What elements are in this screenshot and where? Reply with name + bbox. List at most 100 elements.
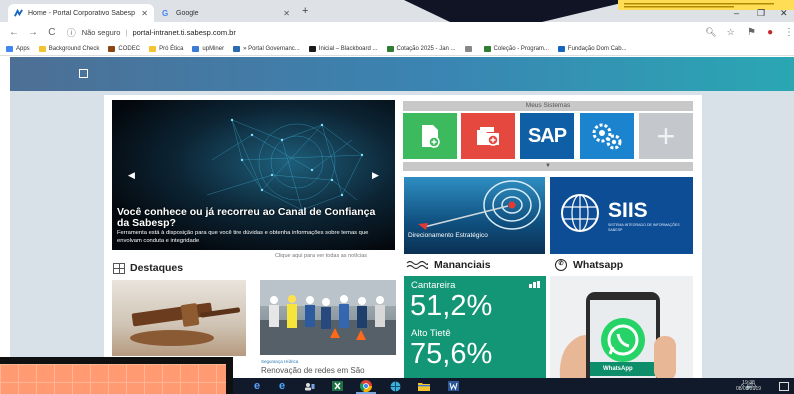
whatsapp-panel[interactable]: WhatsApp	[550, 276, 693, 378]
separator: |	[125, 27, 128, 37]
target-arrow-graphic	[418, 180, 541, 230]
taskbar-clock[interactable]: 19:38 08/03/2019	[736, 380, 761, 392]
bookmark-apps[interactable]: Apps	[6, 45, 30, 52]
siis-subtitle: SISTEMA INTEGRADO DE INFORMAÇÕES SABESP	[608, 223, 680, 232]
clock-date: 08/03/2019	[736, 386, 762, 392]
highlight-category[interactable]: Segurança Hídrica	[261, 359, 298, 364]
gear-icon	[233, 45, 241, 52]
water-waves-icon	[406, 260, 428, 270]
bookmark-cotacao[interactable]: Cotação 2025 - Jan ...	[386, 45, 456, 52]
close-tab-icon[interactable]: ✕	[141, 9, 148, 18]
excel-icon[interactable]	[331, 380, 343, 392]
menu-checkbox-icon[interactable]	[79, 69, 88, 78]
close-tab-icon[interactable]: ✕	[283, 9, 290, 18]
menu-icon[interactable]: ⋮	[784, 27, 794, 38]
page-icon	[464, 45, 472, 52]
tab-title: Google	[176, 9, 199, 17]
maximize-button[interactable]: ❐	[757, 8, 765, 19]
bookmark-background-check[interactable]: Background Check	[38, 45, 99, 52]
codec-icon	[108, 45, 116, 52]
reservoir-level-icon	[529, 281, 540, 288]
tab-strip: Home - Portal Corporativo Sabesp ✕ G Goo…	[0, 0, 794, 22]
gears-icon	[592, 123, 622, 150]
folder-add-icon	[477, 127, 499, 146]
bookmark-blackboard[interactable]: Inicial – Blackboard ...	[308, 45, 378, 52]
highlight-caption[interactable]: Renovação de redes em São	[261, 366, 365, 375]
windows-taskbar: e e ^ 🔊)	[233, 378, 794, 394]
overlay-shape	[404, 0, 634, 22]
file-explorer-icon[interactable]	[418, 380, 430, 392]
highlight-workers-image[interactable]	[260, 280, 396, 355]
extension-flag-icon[interactable]: ⚑	[747, 27, 757, 38]
bookmark-fundacao[interactable]: Fundação Dom Cab...	[557, 45, 627, 52]
portal-header	[10, 57, 794, 91]
news-slider[interactable]: ◀ ▶ Você conhece ou já recorreu ao Canal…	[112, 100, 395, 250]
see-all-news-link[interactable]: Clique aqui para ver todas as notícias	[275, 253, 367, 259]
tab-google[interactable]: G Google ✕	[156, 4, 296, 22]
bookmark-pro-etica[interactable]: Pró Ética	[149, 45, 183, 52]
bookmark-colecao[interactable]: Coleção - Program...	[483, 45, 549, 52]
tile-document-add[interactable]	[403, 113, 457, 159]
notification-strip	[618, 0, 794, 10]
bookmark-codec[interactable]: CODEC	[108, 45, 140, 52]
add-icon: +	[656, 118, 676, 154]
cantareira-value: 51,2%	[410, 290, 493, 322]
address-bar[interactable]: ⓘ Não seguro | portal-intranet.ti.sabesp…	[67, 24, 735, 40]
tile-sap[interactable]: SAP	[520, 113, 574, 159]
chrome-icon[interactable]	[356, 380, 376, 394]
notification-center-icon[interactable]	[779, 382, 789, 391]
destaques-heading: Destaques	[113, 262, 183, 274]
blackboard-icon	[308, 45, 316, 52]
bookmark-star-icon[interactable]: ☆	[727, 27, 735, 38]
thumb-graphic	[654, 336, 676, 378]
direcionamento-label: Direcionamento Estratégico	[408, 232, 488, 239]
minimize-button[interactable]: –	[734, 8, 739, 18]
whatsapp-icon: ✆	[555, 259, 567, 271]
apps-grid-icon	[6, 45, 13, 52]
tab-portal[interactable]: Home - Portal Corporativo Sabesp ✕	[8, 4, 154, 22]
whatsapp-title: Whatsapp	[573, 259, 624, 271]
slider-next-icon[interactable]: ▶	[372, 170, 379, 181]
network-icon[interactable]	[389, 380, 401, 392]
tile-add[interactable]: +	[639, 113, 693, 159]
expand-systems-toggle[interactable]: ▼	[403, 162, 693, 171]
profile-avatar-icon[interactable]: ●	[765, 27, 775, 38]
mananciais-title: Mananciais	[434, 259, 491, 271]
back-icon[interactable]: ←	[9, 27, 19, 38]
word-icon[interactable]	[447, 380, 459, 392]
sabesp-favicon-icon	[14, 8, 23, 17]
slider-subtitle: Ferramenta está à disposição para que vo…	[117, 230, 369, 244]
zoom-icon[interactable]: 🔍︎	[705, 27, 716, 38]
direcionamento-banner[interactable]: Direcionamento Estratégico	[404, 177, 545, 254]
bookmark-page[interactable]	[464, 45, 475, 52]
info-icon[interactable]: ⓘ	[67, 26, 76, 39]
edge-icon[interactable]: e	[251, 380, 263, 392]
mananciais-panel[interactable]: Cantareira 51,2% Alto Tietê 75,6%	[404, 276, 546, 378]
tile-folder-add[interactable]	[461, 113, 515, 159]
url-text[interactable]: portal-intranet.ti.sabesp.com.br	[132, 28, 235, 37]
overlay-grid	[0, 364, 226, 394]
sap-logo: SAP	[527, 124, 567, 147]
contacts-icon[interactable]	[303, 380, 315, 392]
close-window-button[interactable]: ✕	[780, 8, 788, 19]
grid-icon	[113, 262, 125, 274]
folder-icon	[149, 45, 157, 52]
siis-banner[interactable]: SIIS SISTEMA INTEGRADO DE INFORMAÇÕES SA…	[550, 177, 693, 254]
folder-icon	[38, 45, 46, 52]
tile-settings[interactable]	[580, 113, 634, 159]
reload-icon[interactable]: C	[47, 27, 57, 38]
bookmark-upminer[interactable]: upMiner	[192, 45, 224, 52]
tab-title: Home - Portal Corporativo Sabesp	[28, 9, 135, 17]
slider-headline[interactable]: Você conhece ou já recorreu ao Canal de …	[117, 207, 387, 229]
whatsapp-heading: ✆ Whatsapp	[555, 259, 623, 271]
internet-explorer-icon[interactable]: e	[276, 380, 288, 392]
highlight-gavel-image[interactable]	[112, 280, 246, 356]
gavel-graphic	[130, 302, 240, 346]
new-tab-button[interactable]: +	[302, 5, 308, 17]
fdc-icon	[557, 45, 565, 52]
forward-icon[interactable]: →	[28, 27, 38, 38]
bookmark-portal-governanca[interactable]: » Portal Governanc...	[233, 45, 300, 52]
slider-prev-icon[interactable]: ◀	[128, 170, 135, 181]
chart-icon	[386, 45, 394, 52]
overlay-frame	[0, 357, 233, 394]
